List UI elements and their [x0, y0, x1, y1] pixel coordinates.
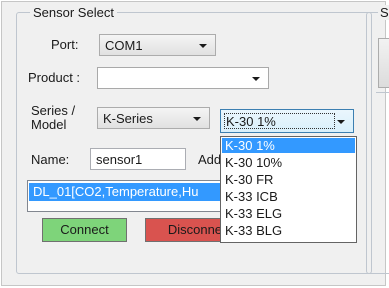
chevron-down-icon	[337, 120, 345, 124]
name-input[interactable]: sensor1	[90, 148, 186, 170]
right-group-divider	[376, 92, 389, 93]
address-label: Add	[198, 152, 222, 167]
product-label: Product :	[28, 70, 81, 85]
series-label: Series / Model	[31, 104, 75, 132]
product-select[interactable]	[97, 67, 269, 89]
series-value: K-Series	[103, 111, 153, 126]
chevron-down-icon	[252, 77, 260, 81]
chevron-down-icon	[199, 44, 207, 48]
series-label-line2: Model	[31, 117, 67, 132]
dropdown-option[interactable]: K-33 ICB	[222, 189, 355, 204]
model-dropdown-list[interactable]: K-30 1% K-30 10% K-30 FR K-33 ICB K-33 E…	[220, 136, 357, 243]
group-title: Sensor Select	[30, 5, 117, 20]
right-group-title: S	[378, 5, 389, 20]
dropdown-option[interactable]: K-30 1%	[222, 138, 355, 153]
name-label: Name:	[31, 152, 70, 167]
port-value: COM1	[105, 38, 143, 53]
port-select[interactable]: COM1	[99, 34, 216, 56]
connect-button[interactable]: Connect	[42, 218, 127, 242]
dropdown-option[interactable]: K-33 BLG	[222, 223, 355, 238]
model-value: K-30 1%	[226, 114, 276, 129]
right-group-button[interactable]	[378, 38, 389, 88]
dropdown-option[interactable]: K-30 10%	[222, 155, 355, 170]
chevron-down-icon	[193, 117, 201, 121]
dropdown-option[interactable]: K-30 FR	[222, 172, 355, 187]
model-select[interactable]: K-30 1%	[220, 109, 354, 133]
port-label: Port:	[51, 37, 79, 52]
name-value: sensor1	[96, 152, 143, 167]
dropdown-option[interactable]: K-33 ELG	[222, 206, 355, 221]
series-select[interactable]: K-Series	[97, 107, 210, 129]
series-label-line1: Series /	[31, 103, 76, 118]
